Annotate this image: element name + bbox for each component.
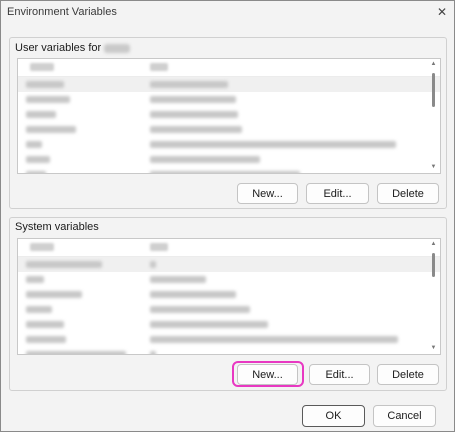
close-icon[interactable]: ✕ [434, 4, 450, 20]
scroll-up-arrow-icon[interactable]: ▲ [430, 61, 437, 68]
cancel-button[interactable]: Cancel [373, 405, 436, 427]
scroll-down-arrow-icon[interactable]: ▼ [430, 164, 437, 171]
list-header [18, 239, 440, 257]
column-header-value[interactable] [150, 243, 168, 251]
table-row[interactable] [18, 287, 440, 302]
system-delete-button[interactable]: Delete [377, 364, 439, 385]
table-row[interactable] [18, 92, 440, 107]
table-row[interactable] [18, 152, 440, 167]
system-variables-label: System variables [15, 221, 99, 233]
table-row[interactable] [18, 137, 440, 152]
user-variables-list[interactable]: ▲ ▼ [17, 58, 441, 174]
redacted-username [104, 43, 131, 53]
title-bar: Environment Variables ✕ [1, 1, 454, 23]
table-row[interactable] [18, 257, 440, 272]
table-row[interactable] [18, 272, 440, 287]
scroll-up-arrow-icon[interactable]: ▲ [430, 241, 437, 248]
column-header-variable[interactable] [30, 243, 54, 251]
environment-variables-dialog: Environment Variables ✕ User variables f… [0, 0, 455, 432]
user-variables-label: User variables for [15, 42, 131, 54]
scroll-down-arrow-icon[interactable]: ▼ [430, 345, 437, 352]
scroll-thumb[interactable] [432, 253, 435, 277]
table-row[interactable] [18, 107, 440, 122]
table-row[interactable] [18, 122, 440, 137]
user-edit-button[interactable]: Edit... [306, 183, 369, 204]
system-list-rows [18, 257, 440, 354]
list-header [18, 59, 440, 77]
column-header-value[interactable] [150, 63, 168, 71]
table-row[interactable] [18, 77, 440, 92]
table-row[interactable] [18, 317, 440, 332]
table-row[interactable] [18, 167, 440, 173]
column-header-variable[interactable] [30, 63, 54, 71]
ok-button[interactable]: OK [302, 405, 365, 427]
table-row[interactable] [18, 347, 440, 354]
table-row[interactable] [18, 332, 440, 347]
scroll-thumb[interactable] [432, 73, 435, 107]
table-row[interactable] [18, 302, 440, 317]
user-delete-button[interactable]: Delete [377, 183, 439, 204]
system-variables-list[interactable]: ▲ ▼ [17, 238, 441, 355]
window-title: Environment Variables [7, 6, 117, 18]
system-new-button[interactable]: New... [237, 364, 298, 385]
user-list-scrollbar[interactable]: ▲ ▼ [429, 61, 438, 171]
user-new-button[interactable]: New... [237, 183, 298, 204]
system-edit-button[interactable]: Edit... [309, 364, 370, 385]
user-list-rows [18, 77, 440, 173]
system-list-scrollbar[interactable]: ▲ ▼ [429, 241, 438, 352]
